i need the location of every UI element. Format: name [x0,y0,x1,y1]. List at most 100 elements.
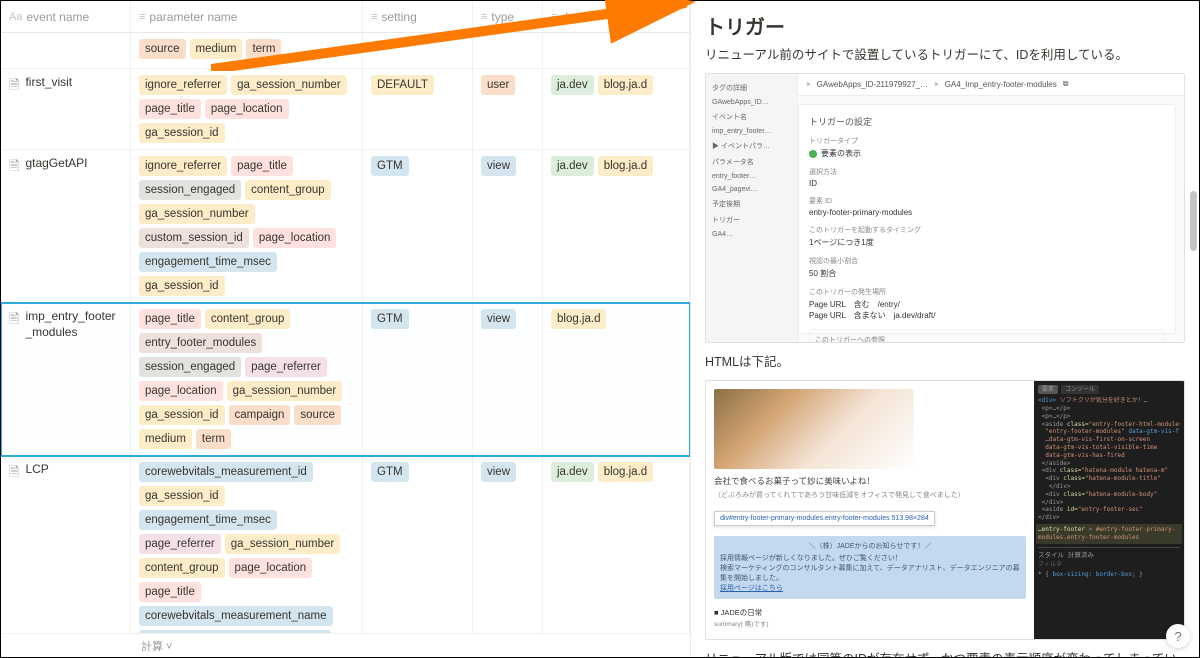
paragraph: リニューアル前のサイトで設置しているトリガーにて、IDを利用している。 [705,46,1185,65]
notice-box: ＼（株）JADEからのお知らせです！／ 採用情報ページが新しくなりました。ぜひご… [714,536,1026,600]
event-name: first_visit [25,75,72,91]
list-icon: ≡ [551,11,557,23]
param-tag[interactable]: page_referrer [245,357,327,377]
param-tag[interactable]: corewebvitals_measurement_name [139,606,333,626]
param-tag[interactable]: content_group [245,180,331,200]
param-tag[interactable]: ga_session_number [225,534,341,554]
param-tag[interactable]: ga_session_id [139,123,225,143]
param-tag[interactable]: page_title [139,582,201,602]
setting-tag[interactable]: GTM [371,462,409,482]
table-row[interactable]: 🗎 LCP corewebvitals_measurement_id ga_sessi… [1,456,690,657]
param-tag[interactable]: ga_session_number [139,204,255,224]
gtm-screenshot: 💬 ▭ ⊡ ⋯ タグの詳細GAwebApps_ID…イベント名imp_entry… [705,73,1185,343]
devtools-panel: 要素コンソール <div> ソフトクリが気分を好きとか！… <p>…</p> <… [1034,381,1184,639]
event-name: LCP [25,462,48,478]
param-tag[interactable]: medium [139,429,192,449]
list-icon: ≡ [481,11,487,23]
setting-tag[interactable]: DEFAULT [371,75,434,95]
param-tag[interactable]: content_group [139,558,225,578]
table-row[interactable]: 🗎 gtagGetAPI ignore_referrerpage_titlesess… [1,150,690,303]
col-setting[interactable]: ≡setting [363,1,473,32]
calc-footer[interactable]: 計算 ˅ [1,633,690,657]
list-icon: ≡ [139,11,145,23]
setting-tag[interactable]: GTM [371,309,409,329]
close-icon: × [934,80,939,89]
param-tag[interactable]: page_title [139,99,201,119]
param-tag[interactable]: ga_session_id [139,405,225,425]
scrollbar[interactable] [1188,61,1198,627]
type-tag[interactable]: view [481,309,516,329]
paragraph: HTMLは下記。 [705,353,1185,372]
table-header: Aaevent name ≡parameter name ≡setting ≡t… [1,1,690,33]
event-name: gtagGetAPI [25,156,87,172]
param-tag[interactable]: page_location [229,558,313,578]
param-tag[interactable]: entry_footer_modules [139,333,262,353]
detail-pane[interactable]: トリガー リニューアル前のサイトで設置しているトリガーにて、IDを利用している。… [691,1,1199,657]
domain-tag[interactable]: blog.ja.d [598,75,653,95]
param-tag[interactable]: source [294,405,341,425]
webpage-preview: 会社で食べるお菓子って妙に美味いよね！ （どぶろみが買ってくれてであろう甘味低減… [706,381,1034,639]
param-tag[interactable]: page_title [139,309,201,329]
html-screenshot: 会社で食べるお菓子って妙に美味いよね！ （どぶろみが買ってくれてであろう甘味低減… [705,380,1185,640]
copy-icon: ⧉ [1063,79,1069,89]
page-icon: 🗎 [9,157,19,179]
table-row[interactable]: sourcemediumterm [1,33,690,69]
param-tag[interactable]: term [196,429,231,449]
param-tag[interactable]: corewebvitals_measurement_id [139,462,313,482]
page-icon: 🗎 [9,463,19,485]
domain-tag[interactable]: blog.ja.d [551,309,606,329]
param-tag[interactable]: content_group [205,309,291,329]
table-row[interactable]: 🗎 first_visit ignore_referrerga_session_nu… [1,69,690,150]
section-title: トリガー [705,11,1185,40]
param-tag[interactable]: page_location [205,99,289,119]
close-icon: × [806,80,811,89]
food-image [714,389,914,469]
table-body: sourcemediumterm🗎first_visitignore_refer… [1,33,690,657]
domain-tag[interactable]: ja.dev [551,462,594,482]
type-tag[interactable]: view [481,462,516,482]
setting-tag[interactable]: GTM [371,156,409,176]
database-table[interactable]: Aaevent name ≡parameter name ≡setting ≡t… [1,1,691,657]
type-tag[interactable]: view [481,156,516,176]
param-tag[interactable]: page_location [139,381,223,401]
type-tag[interactable]: user [481,75,515,95]
domain-tag[interactable]: ja.dev [551,156,594,176]
param-tag[interactable]: ga_session_number [231,75,347,95]
param-tag[interactable]: ga_session_number [227,381,343,401]
event-name: imp_entry_footer_modules [25,309,122,340]
page-icon: 🗎 [9,76,19,98]
param-tag[interactable]: page_referrer [139,534,221,554]
paragraph: リニューアル版では同等のIDが存在せず、かつ要素の表示順序が変わってしまってい [705,650,1185,658]
gtm-sidebar: タグの詳細GAwebApps_ID…イベント名imp_entry_footer…… [706,74,798,342]
page-icon: 🗎 [9,310,19,332]
col-domain[interactable]: ≡doma [543,1,690,32]
param-tag[interactable]: term [246,39,281,59]
param-tag[interactable]: custom_session_id [139,228,249,248]
param-tag[interactable]: engagement_time_msec [139,252,277,272]
text-icon: Aa [9,11,22,23]
param-tag[interactable]: source [139,39,186,59]
table-row[interactable]: 🗎 imp_entry_footer_modules page_titleconte… [1,303,690,456]
param-tag[interactable]: ga_session_id [139,276,225,296]
param-tag[interactable]: engagement_time_msec [139,510,277,530]
param-tag[interactable]: ga_session_id [139,486,225,506]
gtm-body: トリガーの設定 トリガータイプ要素の表示 選択方法ID 要素 IDentry-f… [798,104,1176,334]
inspector-tooltip: div#entry-footer-primary-modules.entry-f… [714,511,935,526]
param-tag[interactable]: page_title [231,156,293,176]
col-event[interactable]: Aaevent name [1,1,131,32]
param-tag[interactable]: session_engaged [139,357,241,377]
param-tag[interactable]: ignore_referrer [139,75,227,95]
domain-tag[interactable]: blog.ja.d [598,156,653,176]
help-button[interactable]: ? [1166,624,1190,648]
param-tag[interactable]: ignore_referrer [139,156,227,176]
col-type[interactable]: ≡type [473,1,543,32]
param-tag[interactable]: session_engaged [139,180,241,200]
domain-tag[interactable]: blog.ja.d [598,462,653,482]
domain-tag[interactable]: ja.dev [551,75,594,95]
param-tag[interactable]: page_location [253,228,337,248]
param-tag[interactable]: medium [190,39,243,59]
gtm-tabs: ×GAwebApps_ID-211979927_… ×GA4_Imp_entry… [798,74,1184,96]
col-param[interactable]: ≡parameter name [131,1,363,32]
notice-link: 採用ページはこちら [720,585,783,592]
param-tag[interactable]: campaign [229,405,291,425]
